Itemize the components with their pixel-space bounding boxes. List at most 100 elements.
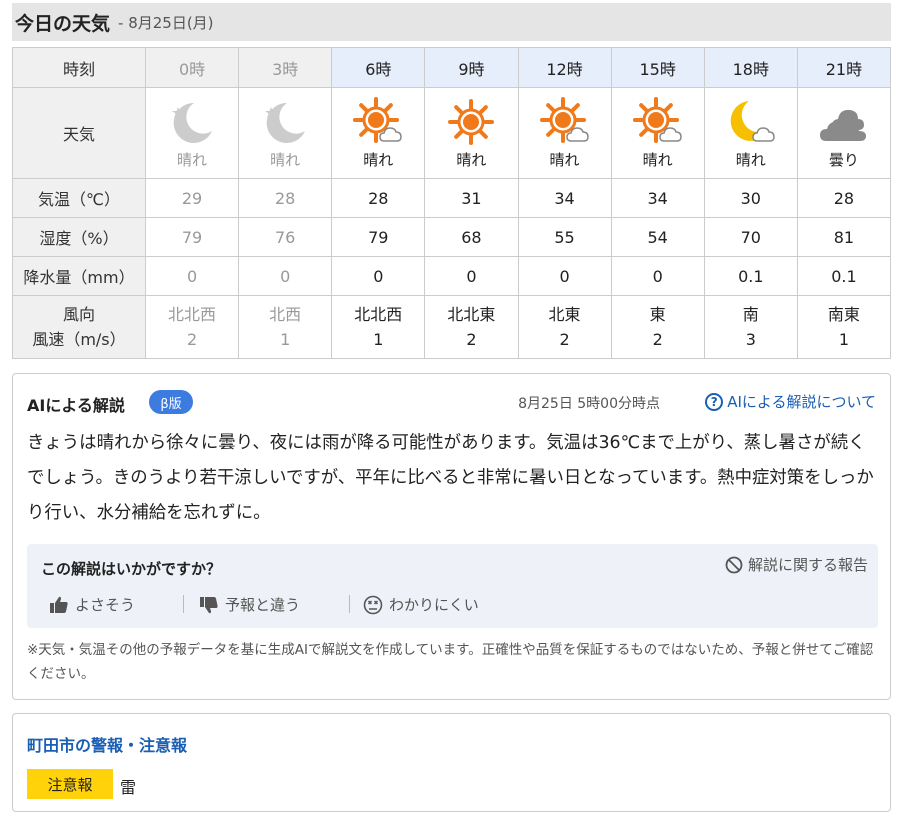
weather-text: 晴れ (456, 150, 487, 169)
hourly-weather-table: 時刻 0時 3時 6時 9時 12時 15時 18時 21時 天気 晴れ 晴れ 晴れ 晴れ 晴れ 晴れ 晴… (12, 47, 892, 359)
wind-label: 風向 風速（m/s） (12, 295, 146, 359)
wind-direction: 北東 (548, 305, 581, 324)
precipitation-cell: 0.1 (796, 256, 892, 296)
temperature-cell: 34 (610, 178, 705, 218)
humidity-label: 湿度（%） (12, 217, 146, 257)
time-cell: 18時 (703, 47, 798, 88)
weather-cell: 晴れ (517, 87, 612, 179)
sun-icon (425, 97, 517, 147)
time-row: 時刻 0時 3時 6時 9時 12時 15時 18時 21時 (12, 47, 892, 88)
feedback-divider (349, 595, 350, 613)
weather-text: 晴れ (270, 150, 301, 169)
ai-about-link[interactable]: ? AIによる解説について (705, 391, 876, 412)
wind-direction-label: 風向 (62, 305, 95, 324)
time-cell: 15時 (610, 47, 705, 88)
feedback-different-button[interactable]: 予報と違う (199, 594, 300, 615)
temperature-cell: 29 (144, 178, 240, 218)
temperature-label: 気温（℃） (12, 178, 146, 218)
humidity-cell: 81 (796, 217, 892, 257)
temperature-row: 気温（℃） 29 28 28 31 34 34 30 28 (12, 178, 892, 218)
prohibited-icon (725, 556, 743, 573)
wind-speed: 1 (280, 330, 291, 349)
weather-row: 天気 晴れ 晴れ 晴れ 晴れ 晴れ 晴れ 晴れ 曇り (12, 87, 892, 179)
time-cell: 21時 (796, 47, 892, 88)
wind-direction: 南 (742, 305, 759, 324)
time-cell: 9時 (424, 47, 519, 88)
weather-text: 晴れ (735, 150, 766, 169)
thumbs-up-icon (50, 596, 68, 613)
temperature-cell: 28 (796, 178, 892, 218)
wind-direction: 北北西 (354, 305, 403, 324)
weather-text: 晴れ (549, 150, 580, 169)
precipitation-cell: 0 (424, 256, 519, 296)
humidity-cell: 54 (610, 217, 705, 257)
ai-disclaimer: ※天気・気温その他の予報データを基に生成AIで解説文を作成しています。正確性や品… (27, 642, 874, 682)
moon-cloud-icon (705, 97, 797, 147)
humidity-cell: 55 (517, 217, 612, 257)
humidity-cell: 79 (331, 217, 426, 257)
humidity-cell: 79 (144, 217, 240, 257)
weather-cell: 晴れ (424, 87, 519, 179)
sun-cloud-icon (332, 96, 424, 147)
question-circle-icon: ? (705, 392, 724, 411)
time-label: 時刻 (12, 47, 146, 88)
wind-speed: 2 (559, 330, 570, 349)
cloud-icon (798, 97, 890, 147)
thumbs-down-icon (200, 596, 218, 613)
weather-text: 晴れ (177, 150, 208, 169)
weather-cell: 晴れ (610, 87, 705, 179)
wind-direction: 東 (649, 305, 666, 324)
sun-cloud-icon (612, 96, 704, 147)
confused-face-icon (363, 595, 383, 614)
moon-star-icon (239, 97, 331, 147)
ai-explanation-panel: AIによる解説 β版 8月25日 5時00分時点 ? AIによる解説について き… (12, 373, 891, 700)
wind-cell: 北北東 2 (424, 295, 519, 359)
time-cell: 6時 (331, 47, 426, 88)
wind-speed: 3 (745, 330, 756, 349)
temperature-cell: 30 (703, 178, 798, 218)
report-button[interactable]: 解説に関する報告 (725, 554, 868, 575)
temperature-cell: 34 (517, 178, 612, 218)
temperature-cell: 28 (331, 178, 426, 218)
moon-star-icon (146, 97, 238, 147)
ai-timestamp: 8月25日 5時00分時点 (518, 396, 660, 412)
feedback-unclear-button[interactable]: わかりにくい (363, 594, 479, 615)
humidity-cell: 68 (424, 217, 519, 257)
wind-speed-label: 風速（m/s） (32, 330, 126, 349)
time-cell: 12時 (517, 47, 612, 88)
weather-text: 曇り (828, 150, 859, 169)
beta-badge: β版 (149, 390, 193, 414)
wind-speed: 1 (838, 330, 850, 349)
weather-text: 晴れ (642, 150, 673, 169)
temperature-cell: 28 (238, 178, 333, 218)
warnings-title[interactable]: 町田市の警報・注意報 (27, 732, 187, 756)
feedback-unclear-label: わかりにくい (389, 596, 479, 614)
feedback-good-button[interactable]: よさそう (49, 594, 135, 615)
wind-cell: 北北西 2 (144, 295, 240, 359)
precipitation-cell: 0.1 (703, 256, 798, 296)
wind-speed: 2 (652, 330, 663, 349)
wind-speed: 2 (466, 330, 477, 349)
wind-cell: 北西 1 (238, 295, 333, 359)
feedback-question: この解説はいかがですか？ (41, 560, 222, 578)
wind-cell: 北東 2 (517, 295, 612, 359)
wind-cell: 東2 (610, 295, 705, 359)
humidity-cell: 70 (703, 217, 798, 257)
precipitation-cell: 0 (331, 256, 426, 296)
wind-direction: 南東 (827, 305, 860, 324)
feedback-divider (183, 595, 184, 613)
precipitation-cell: 0 (144, 256, 240, 296)
feedback-different-label: 予報と違う (225, 596, 301, 614)
precipitation-label: 降水量（mm） (12, 256, 146, 296)
weather-text: 晴れ (363, 150, 394, 169)
page-date: - 8月25日(月) (118, 13, 214, 32)
ai-explanation-text: きょうは晴れから徐々に曇り、夜には雨が降る可能性があります。気温は36℃まで上が… (27, 433, 874, 523)
precipitation-cell: 0 (517, 256, 612, 296)
precipitation-cell: 0 (238, 256, 333, 296)
humidity-row: 湿度（%） 79 76 79 68 55 54 70 81 (12, 217, 892, 257)
precipitation-row: 降水量（mm） 0 0 0 0 0 0 0.1 0.1 (12, 256, 892, 296)
feedback-panel: この解説はいかがですか？ 解説に関する報告 よさそう 予報と違う わかりにくい (27, 544, 878, 628)
advisory-badge: 注意報 (27, 769, 113, 799)
wind-cell: 北北西 1 (331, 295, 426, 359)
ai-about-label: AIによる解説について (727, 393, 876, 411)
